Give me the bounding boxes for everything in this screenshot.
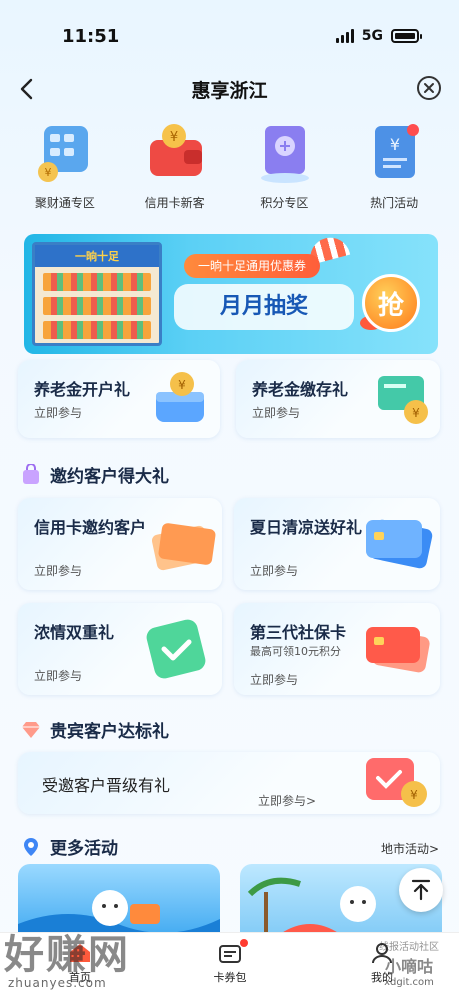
quick-link-points[interactable]: 积分专区	[234, 122, 334, 218]
lottery-banner[interactable]: 一晌十足 一晌十足通用优惠券 月月抽奖 抢	[24, 234, 438, 354]
store-sign: 一晌十足	[35, 245, 159, 267]
card-title: 养老金缴存礼	[252, 380, 349, 399]
invite-card-credit[interactable]: 信用卡邀约客户 立即参与	[18, 498, 222, 590]
tab-coupons[interactable]: 卡券包	[190, 939, 270, 985]
arrow-up-icon	[411, 879, 431, 901]
invite-section-header: 邀约客户得大礼	[20, 462, 169, 487]
card-title: 夏日清凉送好礼	[250, 518, 363, 537]
vip-section-header: 贵宾客户达标礼	[20, 717, 169, 742]
more-section-header: 更多活动	[20, 834, 118, 859]
banner-tag: 一晌十足通用优惠券	[184, 254, 321, 278]
invoice-icon: ¥	[359, 122, 429, 186]
passport-icon	[249, 122, 319, 186]
nav-bar: 惠享浙江	[0, 66, 459, 112]
card-cta: 立即参与	[250, 673, 299, 687]
wallet-check-icon: ¥	[366, 758, 427, 807]
quick-link-label: 信用卡新客	[144, 196, 205, 210]
quick-link-label: 热门活动	[370, 196, 419, 210]
vip-upgrade-card[interactable]: 受邀客户晋级有礼 立即参与> ¥	[18, 752, 440, 814]
section-title: 更多活动	[50, 839, 118, 859]
status-time: 11:51	[62, 26, 120, 47]
card-cta: 立即参与	[34, 406, 83, 420]
watermark-secondary-top: 线报活动社区	[379, 942, 439, 953]
tab-label: 卡券包	[213, 971, 247, 984]
check-card-icon	[146, 619, 206, 679]
calculator-icon: ¥	[30, 122, 100, 186]
watermark-text: 好赚网	[4, 932, 130, 978]
store-illustration: 一晌十足	[32, 242, 162, 346]
card-title: 受邀客户晋级有礼	[42, 776, 171, 795]
svg-text:¥: ¥	[410, 788, 418, 802]
watermark-secondary-url: xdgit.com	[384, 977, 434, 988]
page-title: 惠享浙江	[191, 80, 268, 102]
card-subtitle: 最高可领10元积分	[250, 645, 341, 658]
section-title: 贵宾客户达标礼	[50, 722, 169, 742]
status-bar: 11:51 5G	[0, 0, 459, 66]
card-cta: 立即参与	[34, 564, 83, 578]
signal-icon	[335, 29, 354, 43]
card-cta: 立即参与	[34, 669, 83, 683]
close-icon	[424, 83, 434, 93]
card-cta: 立即参与	[250, 564, 299, 578]
svg-text:¥: ¥	[169, 130, 177, 145]
network-label: 5G	[361, 28, 383, 44]
gift-bag-icon	[23, 463, 39, 484]
svg-text:¥: ¥	[412, 406, 420, 420]
pension-open-card[interactable]: 养老金开户礼 立即参与 ¥	[18, 360, 220, 438]
invite-card-social-security[interactable]: 第三代社保卡 最高可领10元积分 立即参与	[234, 603, 440, 695]
banner-headline: 月月抽奖	[174, 284, 354, 330]
pension-deposit-card[interactable]: 养老金缴存礼 立即参与 ¥	[236, 360, 440, 438]
close-button[interactable]	[417, 76, 441, 100]
invite-card-double[interactable]: 浓情双重礼 立即参与	[18, 603, 222, 695]
svg-text:¥: ¥	[44, 166, 51, 179]
card-title: 信用卡邀约客户	[34, 518, 147, 537]
quick-link-jucaitong[interactable]: ¥ 聚财通专区	[15, 122, 115, 218]
coupon-icon	[219, 945, 241, 963]
status-indicators: 5G	[335, 28, 422, 44]
card-title: 第三代社保卡	[250, 623, 347, 642]
watermark-secondary: 线报活动社区 小嘀咕 xdgit.com	[365, 938, 453, 988]
grab-button[interactable]: 抢	[362, 274, 420, 332]
card-coin-icon: ¥	[378, 376, 428, 424]
quick-link-label: 积分专区	[260, 196, 309, 210]
wallet-coin-icon: ¥	[140, 122, 210, 186]
card-cta: 立即参与	[252, 406, 301, 420]
quick-link-credit-card[interactable]: ¥ 信用卡新客	[125, 122, 225, 218]
city-activities-link[interactable]: 地市活动>	[381, 840, 439, 857]
location-pin-icon	[24, 837, 38, 856]
battery-icon	[391, 29, 422, 43]
blue-card-icon	[366, 519, 433, 569]
card-cta[interactable]: 立即参与>	[258, 792, 316, 809]
svg-text:¥: ¥	[390, 135, 400, 154]
quick-link-hot-activities[interactable]: ¥ 热门活动	[344, 122, 444, 218]
svg-text:¥: ¥	[178, 378, 186, 392]
quick-links: ¥ 聚财通专区 ¥ 信用卡新客 积分专区 ¥ 热门活动	[0, 122, 459, 218]
red-cards-icon	[366, 627, 430, 673]
credit-cards-icon	[151, 523, 216, 571]
coin-wallet-icon: ¥	[156, 372, 204, 422]
invite-card-summer[interactable]: 夏日清凉送好礼 立即参与	[234, 498, 440, 590]
section-title: 邀约客户得大礼	[50, 467, 169, 487]
diamond-icon	[22, 721, 40, 738]
quick-link-label: 聚财通专区	[34, 196, 95, 210]
scroll-to-top-button[interactable]	[399, 868, 443, 912]
watermark-secondary-mid: 小嘀咕	[384, 957, 433, 976]
notification-dot	[240, 939, 248, 947]
card-title: 浓情双重礼	[34, 623, 115, 642]
card-title: 养老金开户礼	[34, 380, 131, 399]
watermark-url: zhuanyes.com	[8, 976, 107, 990]
